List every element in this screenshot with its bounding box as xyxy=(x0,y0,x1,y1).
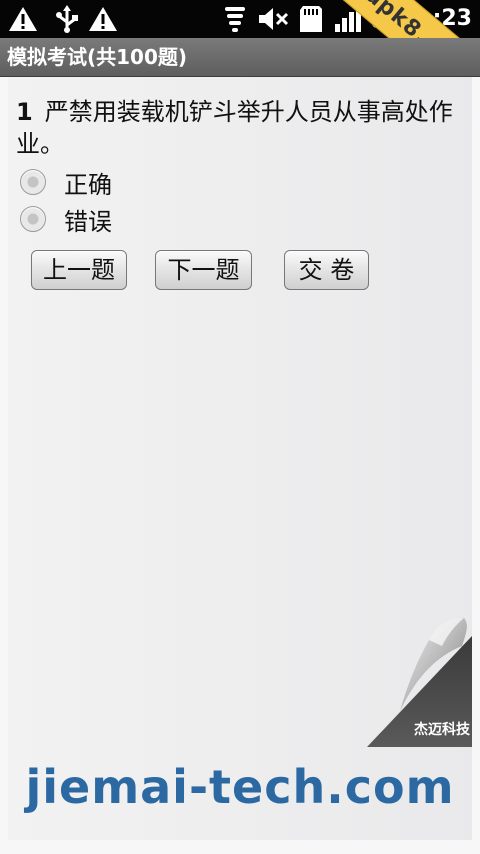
radio-button-false[interactable] xyxy=(20,206,46,232)
usb-icon xyxy=(50,4,84,34)
option-false-label: 错误 xyxy=(64,207,112,236)
bottom-border xyxy=(0,840,480,854)
question-text: 严禁用装载机铲斗举升人员从事高处作业。 xyxy=(16,98,453,158)
submit-exam-button[interactable]: 交 卷 xyxy=(284,250,369,290)
sd-card-icon xyxy=(296,4,326,34)
mute-icon xyxy=(256,4,290,34)
next-question-button[interactable]: 下一题 xyxy=(155,250,252,290)
wifi-icon xyxy=(220,4,250,34)
warning-icon xyxy=(6,4,40,34)
question-text-block: 1 严禁用装载机铲斗举升人员从事高处作业。 xyxy=(16,96,462,160)
option-false[interactable]: 错误 xyxy=(20,202,160,236)
title-bar: 模拟考试(共100题) xyxy=(0,38,480,77)
warning-icon xyxy=(86,4,120,34)
prev-question-button[interactable]: 上一题 xyxy=(31,250,127,290)
company-name: 杰迈科技 xyxy=(414,722,470,738)
right-border xyxy=(472,77,480,854)
question-number: 1 xyxy=(16,98,33,126)
page-title: 模拟考试(共100题) xyxy=(7,45,188,69)
option-true[interactable]: 正确 xyxy=(20,165,160,199)
option-true-label: 正确 xyxy=(64,170,112,199)
left-border xyxy=(0,77,8,854)
website-banner: jiemai-tech.com xyxy=(25,760,455,814)
radio-button-true[interactable] xyxy=(20,169,46,195)
